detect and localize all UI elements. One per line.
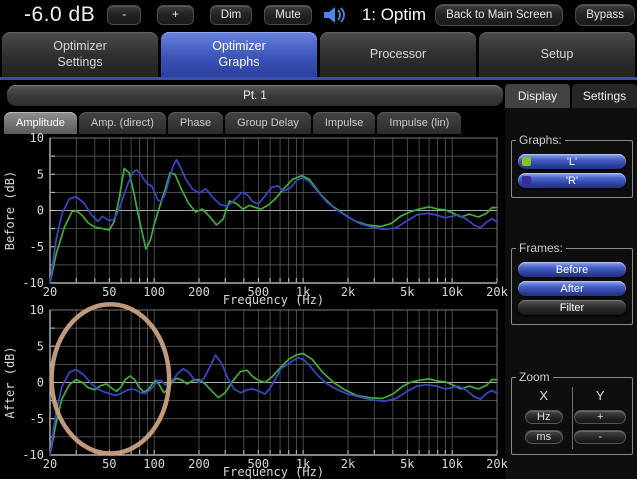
series-L-curve [50, 169, 497, 284]
y-tick-label: -10 [22, 448, 44, 462]
preset-title: 1: Optimize Mo [362, 5, 425, 25]
y-tick-label: -5 [30, 240, 44, 254]
graphs-group: Graphs: 'L' 'R' [511, 140, 633, 198]
x-tick-label: 2k [341, 457, 356, 471]
measurement-point-row: Pt. 1 [0, 80, 505, 108]
frame-after-toggle[interactable]: After [518, 281, 626, 296]
graph-right-toggle[interactable]: 'R' [518, 173, 626, 188]
after-chart-svg: 1050-5-1020501002005001k2k5k10k20kFreque… [0, 306, 505, 478]
graphs-column: Pt. 1 Amplitude Amp. (direct) Phase Grou… [0, 80, 505, 479]
after-chart: 1050-5-1020501002005001k2k5k10k20kFreque… [0, 306, 505, 478]
y-tick-label: -10 [22, 276, 44, 290]
x-tick-label: 100 [143, 285, 165, 299]
volume-down-button[interactable]: - [107, 5, 141, 25]
tab-optimizer-settings[interactable]: Optimizer Settings [2, 32, 158, 77]
x-axis-title: Frequency (Hz) [223, 293, 324, 307]
speaker-icon[interactable] [322, 6, 348, 24]
before-chart-svg: 1050-5-1020501002005001k2k5k10k20kFreque… [0, 134, 505, 306]
dim-button[interactable]: Dim [210, 5, 252, 25]
graphs-group-title: Graphs: [516, 133, 565, 147]
zoom-x-label: X [539, 388, 548, 403]
tab-processor[interactable]: Processor [320, 32, 476, 77]
side-panel-column: Display Settings Graphs: 'L' 'R' Frames:… [505, 80, 637, 479]
back-to-main-screen-button[interactable]: Back to Main Screen [435, 4, 563, 26]
y-axis-title: Before (dB) [3, 171, 17, 250]
x-tick-label: 200 [188, 285, 210, 299]
series-R-curve [50, 160, 497, 283]
x-tick-label: 50 [102, 457, 116, 471]
y-tick-label: 10 [30, 303, 44, 317]
top-bar: -6.0 dB - + Dim Mute 1: Optimize Mo Back… [0, 0, 637, 30]
tab-impulse-lin[interactable]: Impulse (lin) [377, 112, 461, 134]
measurement-point-selector[interactable]: Pt. 1 [7, 85, 503, 106]
x-tick-label: 10k [441, 285, 463, 299]
x-tick-label: 200 [188, 457, 210, 471]
frames-group-title: Frames: [516, 241, 566, 255]
x-tick-label: 20 [43, 457, 57, 471]
master-volume-display: -6.0 dB [24, 3, 95, 27]
zoom-y-column: Y + - [572, 387, 629, 449]
series-R-curve [50, 355, 497, 455]
x-tick-label: 5k [400, 457, 415, 471]
frame-before-toggle[interactable]: Before [518, 262, 626, 277]
zoom-x-column: X Hz ms [516, 387, 572, 449]
before-chart: 1050-5-1020501002005001k2k5k10k20kFreque… [0, 134, 505, 306]
tab-phase[interactable]: Phase [168, 112, 223, 134]
y-tick-label: 10 [30, 131, 44, 145]
x-tick-label: 10k [441, 457, 463, 471]
display-panel: Graphs: 'L' 'R' Frames: Before After Fil… [505, 108, 637, 479]
content-area: Pt. 1 Amplitude Amp. (direct) Phase Grou… [0, 80, 637, 479]
x-tick-label: 20 [43, 285, 57, 299]
main-tab-bar: Optimizer Settings Optimizer Graphs Proc… [0, 30, 637, 77]
mute-button[interactable]: Mute [264, 5, 312, 25]
x-tick-label: 2k [341, 285, 356, 299]
zoom-y-plus-button[interactable]: + [574, 410, 626, 424]
series-L-curve [50, 354, 497, 456]
tab-amp-direct[interactable]: Amp. (direct) [79, 112, 166, 134]
tab-setup[interactable]: Setup [479, 32, 635, 77]
tab-display[interactable]: Display [505, 84, 570, 108]
y-tick-label: 0 [37, 204, 44, 218]
frames-group: Frames: Before After Filter [511, 248, 633, 325]
y-tick-label: 0 [37, 376, 44, 390]
zoom-x-hz-button[interactable]: Hz [525, 410, 563, 424]
x-tick-label: 50 [102, 285, 116, 299]
y-tick-label: 5 [37, 339, 44, 353]
zoom-y-label: Y [596, 388, 605, 403]
graph-type-tab-bar: Amplitude Amp. (direct) Phase Group Dela… [0, 108, 505, 134]
right-channel-swatch [522, 176, 531, 185]
x-tick-label: 20k [486, 457, 508, 471]
highlight-circle-annotation [52, 304, 170, 453]
zoom-group: Zoom X Hz ms Y + - [511, 377, 633, 455]
frame-filter-toggle[interactable]: Filter [518, 300, 626, 315]
graphs-area: 1050-5-1020501002005001k2k5k10k20kFreque… [0, 134, 505, 479]
y-axis-title: After (dB) [3, 346, 17, 418]
y-tick-label: 5 [37, 167, 44, 181]
zoom-x-ms-button[interactable]: ms [525, 430, 563, 444]
zoom-group-title: Zoom [516, 370, 553, 384]
zoom-y-minus-button[interactable]: - [574, 430, 626, 444]
volume-up-button[interactable]: + [157, 5, 194, 25]
graph-left-toggle[interactable]: 'L' [518, 154, 626, 169]
bypass-button[interactable]: Bypass [575, 4, 635, 26]
x-axis-title: Frequency (Hz) [223, 465, 324, 479]
left-channel-swatch [522, 157, 531, 166]
tab-group-delay[interactable]: Group Delay [225, 112, 311, 134]
tab-impulse[interactable]: Impulse [313, 112, 376, 134]
panel-tab-bar: Display Settings [505, 80, 637, 108]
y-tick-label: -5 [30, 412, 44, 426]
x-tick-label: 20k [486, 285, 508, 299]
x-tick-label: 100 [143, 457, 165, 471]
tab-settings[interactable]: Settings [572, 84, 637, 108]
x-tick-label: 5k [400, 285, 415, 299]
tab-optimizer-graphs[interactable]: Optimizer Graphs [161, 32, 317, 77]
